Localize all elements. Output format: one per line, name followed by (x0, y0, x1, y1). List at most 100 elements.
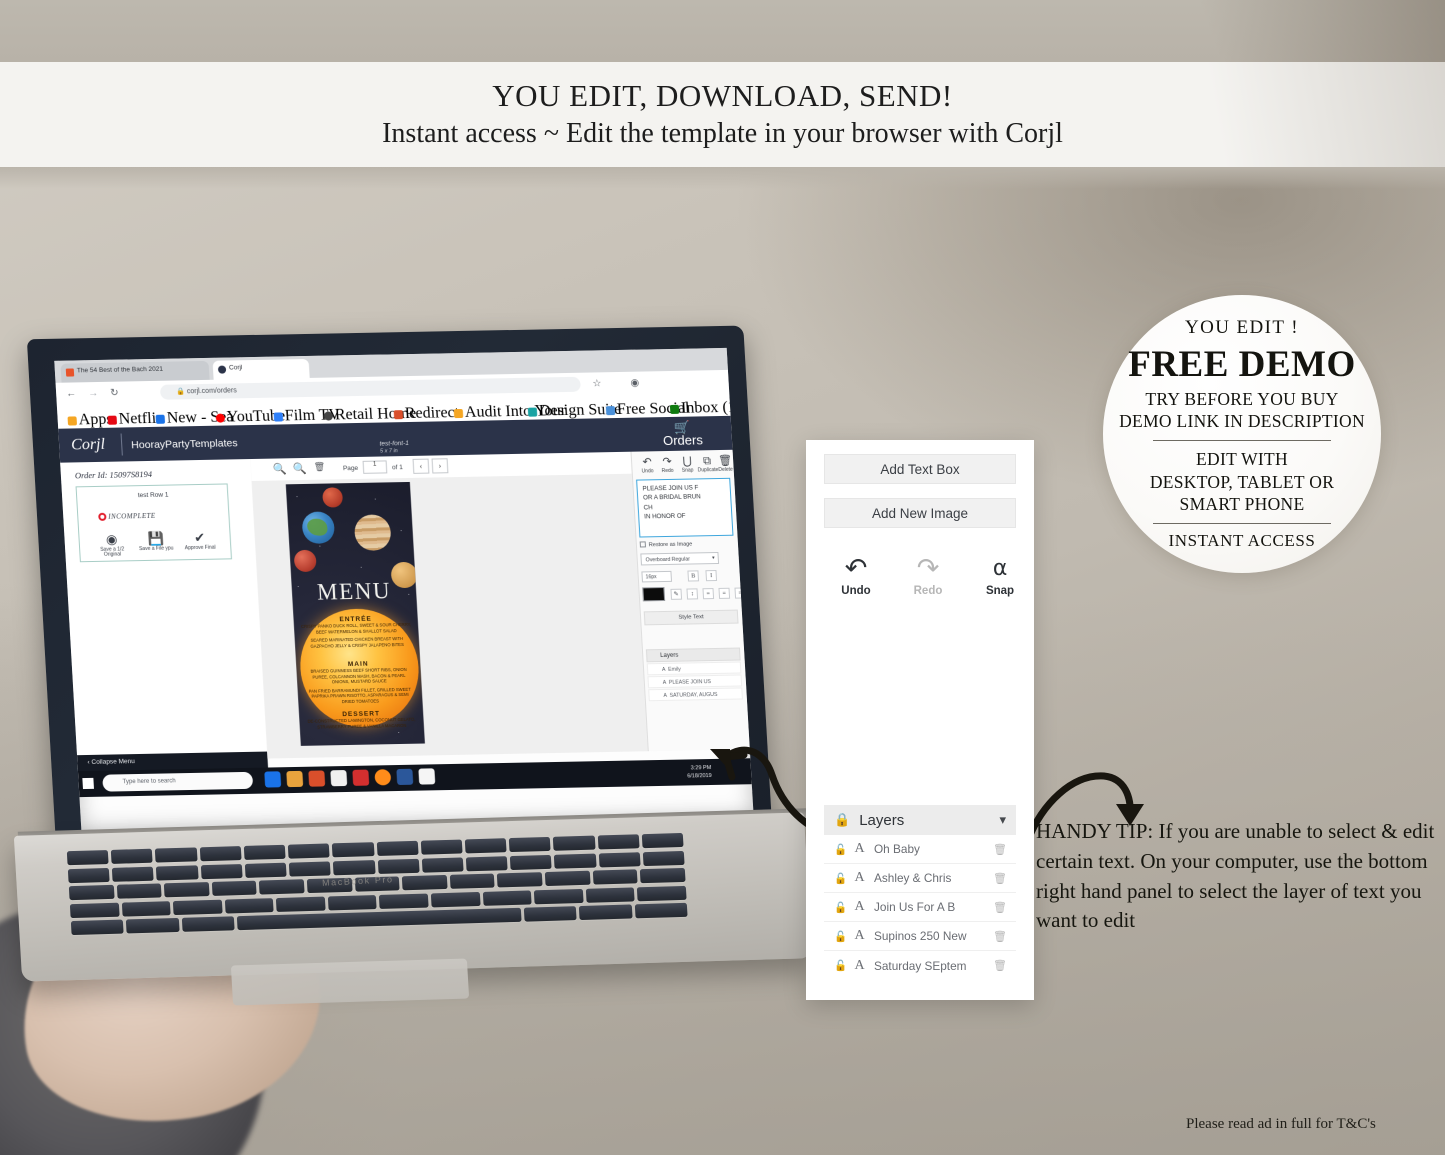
corjl-favicon-icon (217, 365, 227, 374)
check-icon: ✔ (193, 529, 206, 546)
restore-as-image-checkbox[interactable]: Restore as Image (639, 540, 693, 548)
profile-icon[interactable]: ◉ (630, 378, 639, 389)
badge-divider-bottom (1153, 523, 1331, 525)
corjl-logo[interactable]: Corjl (71, 436, 106, 455)
badge-edit-with: EDIT WITH (1196, 448, 1288, 469)
taskbar-app-icon[interactable] (286, 770, 304, 788)
page-label: Page (342, 464, 359, 473)
layer-row[interactable]: 🔓 A Supinos 250 New 🗑 (824, 922, 1016, 951)
text-color-swatch[interactable] (642, 587, 666, 602)
badge-sub2: DEMO LINK IN DESCRIPTION (1119, 411, 1365, 432)
snap-button[interactable]: ⍺ Snap (974, 554, 1026, 597)
lock-open-icon[interactable]: 🔓 (834, 872, 847, 885)
undo-button[interactable]: ↶ Undo (830, 554, 882, 598)
text-A-icon: A (854, 928, 865, 943)
text-A-icon: A (854, 957, 865, 973)
layer-row[interactable]: 🔓 A Oh Baby 🗑 (824, 835, 1016, 864)
text-A-icon: A (854, 870, 865, 885)
trash-icon[interactable]: 🗑 (314, 462, 326, 473)
zoom-out-icon[interactable]: 🔍 (293, 462, 307, 475)
windows-start-icon[interactable] (82, 777, 94, 790)
bold-button[interactable]: B (687, 570, 700, 582)
taskbar-app-icon[interactable] (352, 769, 370, 786)
delete-icon-small[interactable]: 🗑 Delete (715, 455, 736, 473)
trash-icon[interactable]: 🗑 (993, 843, 1007, 856)
snap-icon-small[interactable]: ⋃ Snap (677, 456, 698, 474)
layer-row[interactable]: 🔓 A Saturday SEptem 🗑 (824, 951, 1016, 980)
sidebar-layer-row[interactable]: A Emily (646, 661, 742, 676)
lock-open-icon[interactable]: 🔓 (834, 959, 847, 972)
prev-page-button[interactable]: ‹ (412, 458, 430, 474)
planet-earth-icon (301, 511, 336, 544)
line-height-icon[interactable]: ↕ (686, 588, 699, 600)
orders-button[interactable]: 🛒 Orders (659, 420, 707, 449)
redo-icon-small[interactable]: ↷ Redo (657, 456, 678, 474)
reload-icon[interactable]: ↻ (110, 388, 119, 399)
trash-icon[interactable]: 🗑 (993, 872, 1007, 885)
terms-note: Please read ad in full for T&C's (1186, 1116, 1376, 1132)
lock-open-icon[interactable]: 🔓 (834, 843, 847, 856)
redo-icon: ↷ (916, 553, 940, 584)
history-tools-row: ↶ Undo ↷ Redo ⍺ Snap (830, 553, 1034, 598)
taskbar-app-icon[interactable] (264, 771, 282, 788)
trash-icon[interactable]: 🗑 (993, 901, 1007, 914)
font-family-select[interactable]: Overboard Regular (640, 551, 720, 566)
browser-tab-active[interactable]: Corjl (212, 358, 310, 380)
badge-devices-2: SMART PHONE (1179, 494, 1305, 515)
text-A-icon: A (854, 899, 865, 914)
redo-button[interactable]: ↷ Redo (902, 553, 954, 598)
chevron-down-icon[interactable]: ▾ (999, 813, 1006, 828)
design-canvas[interactable]: MENU ENTRÉE CRISPY PANKO DUCK ROLL, SWEE… (285, 481, 425, 746)
layer-row[interactable]: 🔓 A Ashley & Chris 🗑 (824, 864, 1016, 893)
save-original-button[interactable]: ◉ Save a 1/2 Original (91, 532, 132, 558)
undo-label: Undo (841, 585, 871, 597)
align-left-icon[interactable]: ≡ (718, 587, 731, 599)
taskbar-app-icon[interactable] (308, 770, 326, 787)
layers-header[interactable]: 🔒 Layers ▾ (824, 805, 1016, 835)
eyedropper-icon[interactable]: ✎ (670, 588, 683, 600)
italic-button[interactable]: I (705, 570, 718, 582)
lock-open-icon[interactable]: 🔓 (834, 930, 847, 943)
add-new-image-button[interactable]: Add New Image (824, 498, 1016, 528)
top-band (0, 0, 1445, 62)
badge-devices: DESKTOP, TABLET OR (1149, 471, 1335, 492)
save-changes-button[interactable]: 💾 Save a File ypu (135, 531, 176, 552)
sidebar-layer-row[interactable]: A PLEASE JOIN US (647, 674, 743, 689)
taskbar-mail-icon[interactable] (418, 768, 436, 785)
font-size-input[interactable]: 16px (641, 570, 673, 583)
badge-title: FREE DEMO (1128, 343, 1356, 385)
planet-mars-left-icon (293, 549, 317, 573)
design-title: MENU (316, 578, 392, 605)
undo-icon-small[interactable]: ↶ Undo (637, 456, 658, 474)
approve-final-button[interactable]: ✔ Approve Final (179, 529, 220, 552)
lock-open-icon[interactable]: 🔓 (834, 901, 847, 914)
layer-row[interactable]: 🔓 A Join Us For A B 🗑 (824, 893, 1016, 922)
taskbar-powerpoint-icon[interactable] (396, 768, 414, 786)
style-text-button[interactable]: Style Text (643, 609, 739, 626)
taskbar-app-icon[interactable] (330, 770, 348, 787)
camera-icon: ◉ (105, 531, 118, 547)
trash-icon[interactable]: 🗑 (993, 930, 1007, 943)
back-icon[interactable]: ← (66, 388, 77, 399)
page-input[interactable]: 1 (362, 460, 388, 474)
redo-label: Redo (913, 585, 943, 597)
text-editor-field[interactable]: PLEASE JOIN US F OR A BRIDAL BRUN CH IN … (636, 477, 734, 538)
tab-title-active: Corjl (228, 364, 243, 372)
sidebar-layer-row[interactable]: A SATURDAY, AUGUS (648, 687, 743, 702)
next-page-button[interactable]: › (431, 458, 449, 474)
badge-eyebrow: YOU EDIT ! (1185, 316, 1299, 338)
menu-item: BRAISED GUINNESS BEEF SHORT RIBS, ONION … (310, 666, 407, 685)
header-banner: YOU EDIT, DOWNLOAD, SEND! Instant access… (0, 62, 1445, 167)
taskbar-search-input[interactable]: Type here to search (102, 771, 254, 792)
add-text-box-button[interactable]: Add Text Box (824, 454, 1016, 484)
bookmark-item[interactable]: Apps (67, 411, 113, 430)
order-card[interactable]: test Row 1 INCOMPLETE ◉ Save a 1/2 Origi… (75, 483, 233, 563)
star-bookmark-icon[interactable]: ☆ (592, 378, 602, 389)
forward-icon: → (87, 387, 99, 400)
editor-tools-panel: Add Text Box Add New Image ↶ Undo ↷ Redo… (806, 440, 1034, 1000)
sidebar-layers-header[interactable]: Layers (645, 647, 741, 663)
orders-label: Orders (662, 432, 704, 449)
list-icon[interactable]: ≡ (702, 588, 715, 600)
trash-icon[interactable]: 🗑 (993, 959, 1007, 972)
zoom-in-icon[interactable]: 🔍 (273, 462, 287, 475)
